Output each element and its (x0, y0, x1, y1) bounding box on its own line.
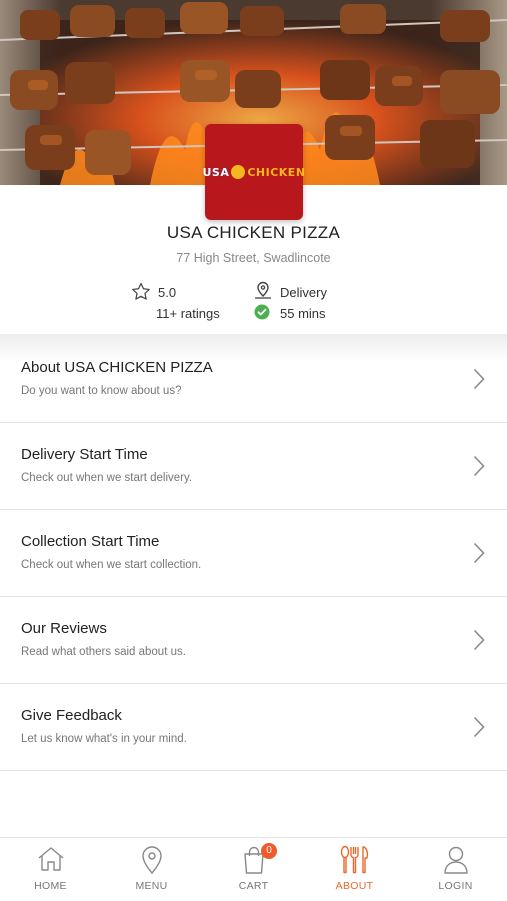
menu-item-title: Our Reviews (21, 620, 107, 637)
menu-item-subtitle: Check out when we start delivery. (21, 472, 193, 484)
chevron-right-icon (473, 716, 485, 743)
store-logo: USA CHICKEN (202, 124, 306, 220)
tab-home[interactable]: HOME (0, 838, 101, 901)
tab-cart[interactable]: 0 CART (203, 838, 304, 901)
fork-knife-icon (339, 845, 371, 880)
location-pin-icon (254, 281, 272, 305)
menu-item-subtitle: Check out when we start collection. (21, 559, 202, 571)
tab-menu[interactable]: MENU (101, 838, 202, 901)
rating-value: 5.0 (158, 285, 177, 300)
rooster-icon (231, 165, 246, 179)
logo-text-chicken: CHICKEN (247, 165, 306, 179)
cart-count-badge: 0 (261, 843, 277, 859)
menu-item-title: About USA CHICKEN PIZZA (21, 359, 213, 376)
about-menu-list: About USA CHICKEN PIZZA Do you want to k… (0, 336, 507, 771)
chevron-right-icon (473, 542, 485, 569)
menu-item-subtitle: Read what others said about us. (21, 646, 186, 658)
chevron-right-icon (473, 629, 485, 656)
user-icon (442, 845, 470, 880)
logo-text-usa: USA (202, 165, 230, 179)
menu-item-about[interactable]: About USA CHICKEN PIZZA Do you want to k… (0, 336, 507, 423)
menu-item-title: Give Feedback (21, 707, 122, 724)
tab-about[interactable]: ABOUT (304, 838, 405, 901)
menu-item-delivery-start-time[interactable]: Delivery Start Time Check out when we st… (0, 423, 507, 510)
tab-label: MENU (135, 880, 168, 892)
chevron-right-icon (473, 455, 485, 482)
location-pin-icon (140, 845, 164, 880)
menu-item-title: Delivery Start Time (21, 446, 148, 463)
store-stats: 5.0 11+ ratings Delivery 55 mins (0, 280, 507, 324)
check-circle-icon (254, 304, 270, 325)
star-icon (131, 282, 151, 306)
chevron-right-icon (473, 368, 485, 395)
delivery-time: 55 mins (280, 306, 326, 321)
store-name: USA CHICKEN PIZZA (166, 223, 341, 242)
tab-login[interactable]: LOGIN (405, 838, 506, 901)
tab-label: ABOUT (335, 880, 374, 892)
menu-item-collection-start-time[interactable]: Collection Start Time Check out when we … (0, 510, 507, 597)
store-address: 77 High Street, Swadlincote (176, 251, 331, 265)
home-icon (36, 845, 66, 878)
tab-label: HOME (34, 880, 67, 892)
menu-item-title: Collection Start Time (21, 533, 160, 550)
menu-item-give-feedback[interactable]: Give Feedback Let us know what's in your… (0, 684, 507, 771)
ratings-count: 11+ ratings (156, 306, 220, 321)
bottom-tab-bar: HOME MENU 0 CART ABOUT LOGIN (0, 837, 507, 901)
menu-item-our-reviews[interactable]: Our Reviews Read what others said about … (0, 597, 507, 684)
delivery-label: Delivery (280, 285, 327, 300)
menu-item-subtitle: Do you want to know about us? (21, 385, 182, 397)
tab-label: LOGIN (438, 880, 473, 892)
menu-item-subtitle: Let us know what's in your mind. (21, 733, 187, 745)
tab-label: CART (238, 880, 269, 892)
